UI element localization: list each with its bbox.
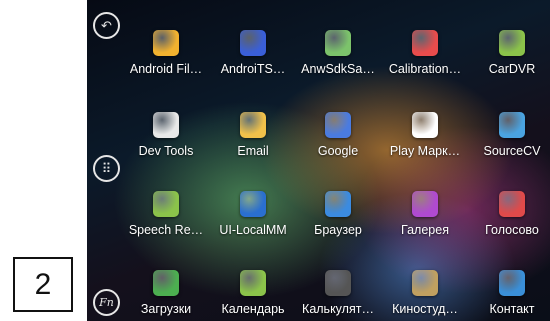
app-icon-item[interactable]: CarDVR	[470, 30, 550, 76]
app-icon-item[interactable]: Галерея	[383, 191, 467, 237]
app-label: Галерея	[401, 223, 449, 237]
android-doc-icon	[325, 30, 351, 56]
page-marker-text: 2	[34, 267, 52, 301]
app-drawer-button[interactable]: ⠿	[93, 155, 120, 182]
app-icon-item[interactable]: Голосово	[470, 191, 550, 237]
calculator-icon	[325, 270, 351, 296]
app-icon-item[interactable]: Google	[296, 112, 380, 158]
app-icon-item[interactable]: AndroiTS…	[211, 30, 295, 76]
gallery-icon	[412, 191, 438, 217]
app-icon-item[interactable]: Play Марк…	[383, 112, 467, 158]
app-icon-item[interactable]: Email	[211, 112, 295, 158]
app-label: Голосово	[485, 223, 539, 237]
app-icon-item[interactable]: Загрузки	[124, 270, 208, 316]
clapperboard-icon	[412, 270, 438, 296]
google-search-icon	[325, 112, 351, 138]
app-icon-item[interactable]: Speech Re…	[124, 191, 208, 237]
contacts-icon	[499, 270, 525, 296]
calendar-icon	[240, 270, 266, 296]
app-icon-item[interactable]: Контакт	[470, 270, 550, 316]
android-robot-icon	[153, 191, 179, 217]
gear-icon	[153, 112, 179, 138]
app-icon-item[interactable]: SourceCV	[470, 112, 550, 158]
page-marker: 2	[13, 257, 73, 312]
app-icon-item[interactable]: Киностуд…	[383, 270, 467, 316]
envelope-icon	[240, 112, 266, 138]
fn-button[interactable]: Fn	[93, 289, 120, 316]
app-label: Play Марк…	[389, 144, 461, 158]
calibration-x-icon	[412, 30, 438, 56]
app-label: Android Fil…	[129, 62, 203, 76]
fn-icon: Fn	[99, 296, 114, 309]
launcher-screen: ↶ ⠿ Fn Android Fil… AndroiTS… AnwSdkSa… Cal…	[87, 0, 550, 321]
chat-bubble-icon	[499, 112, 525, 138]
back-icon: ↶	[101, 17, 112, 33]
app-label: Калькулят…	[302, 302, 374, 316]
download-icon	[153, 270, 179, 296]
app-icon-item[interactable]: Dev Tools	[124, 112, 208, 158]
app-label: Браузер	[314, 223, 362, 237]
back-button[interactable]: ↶	[93, 12, 120, 39]
app-label: Контакт	[489, 302, 535, 316]
left-nav-bar: ↶ ⠿ Fn	[87, 0, 127, 321]
app-icon-item[interactable]: UI-LocalMM	[211, 191, 295, 237]
app-label: AnwSdkSa…	[301, 62, 375, 76]
app-label: Speech Re…	[128, 223, 204, 237]
app-grid: Android Fil… AndroiTS… AnwSdkSa… Calibratio…	[127, 24, 547, 321]
app-icon-item[interactable]: Calibration…	[383, 30, 467, 76]
app-label: AndroiTS…	[220, 62, 286, 76]
app-label: Calibration…	[388, 62, 462, 76]
app-label: Email	[237, 144, 269, 158]
app-icon-item[interactable]: Календарь	[211, 270, 295, 316]
app-label: Календарь	[221, 302, 285, 316]
app-label: Google	[317, 144, 359, 158]
folder-icon	[153, 30, 179, 56]
app-label: Киностуд…	[392, 302, 458, 316]
app-icon-item[interactable]: AnwSdkSa…	[296, 30, 380, 76]
microphone-icon	[499, 191, 525, 217]
media-player-icon	[240, 191, 266, 217]
android-robot-icon	[499, 30, 525, 56]
app-label: Dev Tools	[138, 144, 194, 158]
app-label: CarDVR	[488, 62, 536, 76]
app-icon-item[interactable]: Браузер	[296, 191, 380, 237]
grid-dots-icon: ⠿	[101, 160, 112, 176]
app-label: Загрузки	[140, 302, 192, 316]
globe-icon	[325, 191, 351, 217]
app-label: SourceCV	[483, 144, 541, 158]
app-label: UI-LocalMM	[219, 223, 287, 237]
play-store-icon	[412, 112, 438, 138]
globe-target-icon	[240, 30, 266, 56]
app-icon-item[interactable]: Android Fil…	[124, 30, 208, 76]
app-icon-item[interactable]: Калькулят…	[296, 270, 380, 316]
